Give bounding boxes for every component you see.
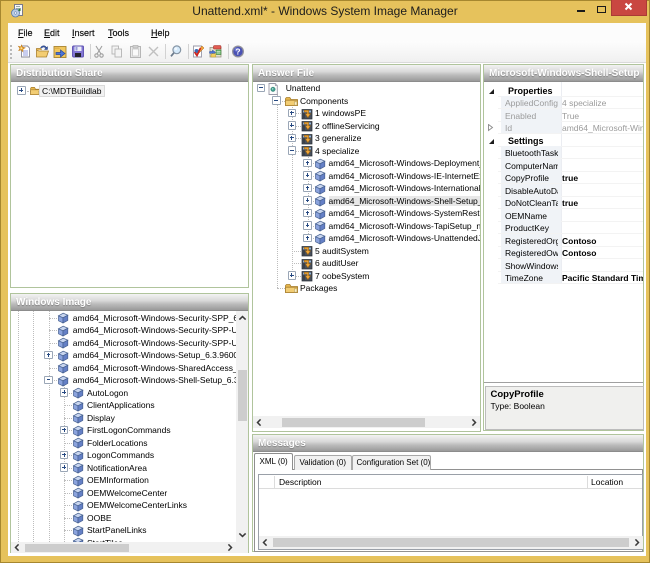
- svg-text:?: ?: [235, 46, 240, 56]
